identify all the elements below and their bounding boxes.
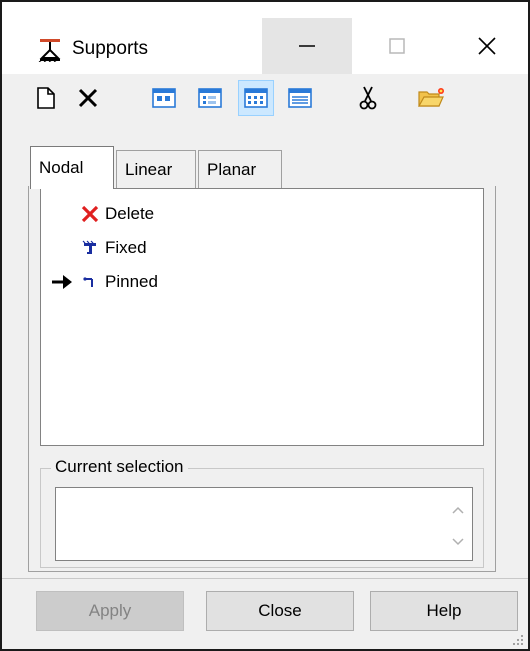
new-document-icon <box>37 87 55 109</box>
tab-nodal[interactable]: Nodal <box>30 146 114 189</box>
large-icons-view-icon <box>152 88 176 108</box>
list-view-icon <box>244 88 268 108</box>
close-window-button[interactable] <box>442 18 530 74</box>
open-folder-icon <box>417 88 444 107</box>
scroll-down-icon[interactable] <box>450 534 466 550</box>
view-large-icons-button[interactable] <box>148 80 180 116</box>
window-title: Supports <box>72 38 149 59</box>
dialog-button-bar: Apply Close Help <box>2 578 528 649</box>
scissors-icon <box>359 86 377 110</box>
tab-linear[interactable]: Linear <box>116 150 196 188</box>
current-selection-textbox[interactable] <box>55 487 473 561</box>
tab-nodal-label: Nodal <box>39 158 84 177</box>
tab-planar[interactable]: Planar <box>198 150 282 188</box>
resize-grip-icon[interactable] <box>510 631 524 645</box>
list-item-delete[interactable]: Delete <box>51 199 154 229</box>
current-marker-empty <box>51 238 79 258</box>
help-button[interactable]: Help <box>370 591 518 631</box>
list-item-pinned[interactable]: Pinned <box>51 267 158 297</box>
current-selection-group: Current selection <box>40 457 484 568</box>
toolbar <box>2 80 528 124</box>
current-arrow-icon <box>51 272 79 292</box>
view-list-button[interactable] <box>238 80 274 116</box>
title-bar[interactable]: Supports <box>2 2 528 74</box>
details-view-icon <box>288 88 312 108</box>
supports-dialog: Supports Nodal Linear Planar Delete Fixe… <box>0 0 530 651</box>
delete-x-icon <box>78 88 98 108</box>
view-small-icons-button[interactable] <box>194 80 226 116</box>
minimize-icon <box>299 45 315 47</box>
delete-button[interactable] <box>72 80 104 116</box>
apply-button[interactable]: Apply <box>36 591 184 631</box>
minimize-button[interactable] <box>262 18 352 74</box>
list-item-fixed[interactable]: Fixed <box>51 233 147 263</box>
tab-linear-label: Linear <box>125 159 173 179</box>
current-selection-label: Current selection <box>51 457 188 477</box>
list-item-label: Fixed <box>105 238 147 257</box>
maximize-button[interactable] <box>352 18 442 74</box>
red-x-icon <box>79 203 101 225</box>
supports-app-icon <box>38 36 64 63</box>
tab-planar-label: Planar <box>207 159 257 179</box>
maximize-icon <box>389 38 405 54</box>
fixed-support-icon <box>79 237 101 259</box>
cut-button[interactable] <box>352 80 384 116</box>
pinned-support-icon <box>79 271 101 293</box>
small-icons-view-icon <box>198 88 222 108</box>
current-marker-empty <box>51 204 79 224</box>
new-button[interactable] <box>30 80 62 116</box>
close-icon <box>478 37 496 55</box>
scroll-up-icon[interactable] <box>450 502 466 518</box>
open-button[interactable] <box>414 80 450 116</box>
list-item-label: Pinned <box>105 272 158 291</box>
view-details-button[interactable] <box>284 80 316 116</box>
list-item-label: Delete <box>105 204 155 223</box>
supports-list[interactable]: Delete Fixed Pinned <box>40 188 484 446</box>
close-button[interactable]: Close <box>206 591 354 631</box>
